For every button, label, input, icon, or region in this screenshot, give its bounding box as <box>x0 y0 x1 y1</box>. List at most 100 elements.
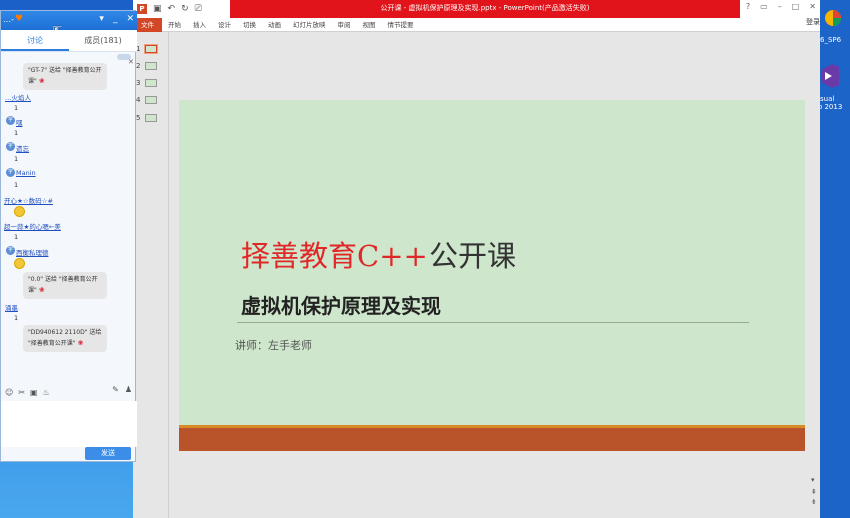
tab-review[interactable]: 审阅 <box>332 18 357 32</box>
slide-title-red: 择善教育C++ <box>241 239 428 273</box>
tab-insert[interactable]: 插入 <box>187 18 212 32</box>
send-button[interactable]: 发送 <box>85 447 131 460</box>
ppt-window-controls: ? ▭ – □ ✕ <box>746 2 816 11</box>
scroll-down-icon[interactable]: ▾ <box>811 476 815 484</box>
dropdown-icon[interactable]: ▾ <box>99 14 104 24</box>
chat-minimize-icon[interactable]: _ <box>113 14 118 24</box>
rose-icon: ❀ <box>77 339 84 347</box>
members-icon[interactable]: ♟ <box>125 385 132 394</box>
chat-username[interactable]: 开心★☆数码☆# <box>4 195 53 205</box>
slide-lecturer: 讲师：左手老师 <box>235 339 312 352</box>
slide-thumbnail-image <box>145 79 157 87</box>
redo-icon[interactable]: ↻ <box>181 2 189 16</box>
chat-username[interactable]: 涌墨 <box>5 302 18 312</box>
tab-discussion[interactable]: 讨论 <box>1 30 69 51</box>
rose-icon: ❀ <box>38 286 45 294</box>
chat-message: 1 <box>14 104 19 112</box>
tab-home[interactable]: 开始 <box>162 18 187 32</box>
chat-titlebar[interactable]: …- ♥ ▾ _ ✕ <box>1 11 137 30</box>
chat-message: 1 <box>14 155 19 163</box>
avatar[interactable]: 字 <box>6 246 15 255</box>
chat-title: …- <box>3 15 14 24</box>
chat-username[interactable]: …火焰人 <box>5 92 31 102</box>
gift-icon[interactable]: ♨ <box>43 388 50 397</box>
chat-username[interactable]: 超一蒜★的心嗯←美 <box>4 221 61 231</box>
chat-window-controls: ▾ _ ✕ <box>99 14 134 24</box>
gift-message: "DD940612 2110D" 送给 "择善教育公开课" ❀ <box>23 325 107 352</box>
ribbon-display-options-icon[interactable]: ▭ <box>760 2 768 11</box>
gift-message: "GT-7" 送给 "择善教育公开课" ❀ <box>23 63 107 90</box>
slide-thumbnails-pane: 1 2 3 4 5 <box>133 32 169 518</box>
close-button[interactable]: ✕ <box>809 2 816 11</box>
gift-message: "0.0" 送给 "择善教育公开课" ❀ <box>23 272 107 299</box>
ppt-workspace: 1 2 3 4 5 择善教育C++ 公开课 虚拟机保护原理及实现 讲师：左手老师… <box>133 32 820 518</box>
avatar[interactable]: 字 <box>6 116 15 125</box>
tab-storyboard[interactable]: 情节提要 <box>382 18 420 32</box>
tab-slideshow[interactable]: 幻灯片放映 <box>287 18 332 32</box>
tab-animations[interactable]: 动画 <box>262 18 287 32</box>
powerpoint-window: P ▣ ↶ ↻ ⎚ 公开课 - 虚拟机保护原理及实现.pptx - PowerP… <box>133 0 820 518</box>
slide-thumbnail-image <box>145 96 157 104</box>
save-icon[interactable]: ▣ <box>153 2 162 16</box>
visual-studio-icon[interactable] <box>818 62 842 90</box>
vertical-scrollbar[interactable]: ▾ ⇞ ⇟ <box>810 32 820 518</box>
cat-emoji-icon <box>14 206 25 217</box>
tab-members[interactable]: 成员(181) <box>69 30 137 51</box>
login-link[interactable]: 登录 <box>806 17 820 27</box>
chat-close-icon[interactable]: ✕ <box>126 14 134 24</box>
help-button[interactable]: ? <box>746 2 750 11</box>
minimize-button[interactable]: – <box>778 2 782 11</box>
slide-subtitle: 虚拟机保护原理及实现 <box>241 294 441 318</box>
rose-icon: ❀ <box>38 77 45 85</box>
scissors-icon[interactable]: ✂ <box>18 388 25 397</box>
chat-input[interactable] <box>1 401 137 447</box>
next-slide-icon[interactable]: ⇟ <box>811 498 817 506</box>
smile-emoji-icon <box>14 258 25 269</box>
slide-thumbnail-image <box>145 114 157 122</box>
tab-file[interactable]: 文件 <box>133 17 162 32</box>
message-close-icon[interactable]: ✕ <box>128 58 134 66</box>
previous-slide-icon[interactable]: ⇞ <box>811 488 817 496</box>
undo-icon[interactable]: ↶ <box>168 2 176 16</box>
powerpoint-logo-icon: P <box>137 4 147 14</box>
gift-message-text: "DD940612 2110D" 送给 "择善教育公开课" <box>28 329 102 347</box>
slide-thumbnail[interactable]: 1 <box>136 43 158 55</box>
slide-title-dark: 公开课 <box>429 239 517 273</box>
chat-message: 1 <box>14 181 19 189</box>
chat-window: …- ♥ ▾ _ ✕ ⇱ 讨论 成员(181) ✕ "GT-7" 送给 "择善教… <box>0 10 137 462</box>
chat-message: 1 <box>14 129 19 137</box>
chat-username[interactable]: 西衡私理德 <box>16 247 49 257</box>
edit-icon[interactable]: ✎ <box>112 385 119 394</box>
ppt-titlebar: P ▣ ↶ ↻ ⎚ 公开课 - 虚拟机保护原理及实现.pptx - PowerP… <box>133 0 820 18</box>
quick-access-toolbar: P ▣ ↶ ↻ ⎚ <box>137 2 202 16</box>
slide-footer-band <box>179 425 805 451</box>
slide-thumbnail[interactable]: 4 <box>136 94 157 106</box>
slide-thumbnail[interactable]: 5 <box>136 112 157 124</box>
chat-tabs: 讨论 成员(181) <box>1 30 137 52</box>
chat-toolbar: ☺ ✂ ▣ ♨ ✎ ♟ <box>1 385 137 399</box>
slide-divider <box>237 322 749 323</box>
chat-message: 1 <box>14 233 19 241</box>
slide-thumbnail[interactable]: 3 <box>136 77 157 89</box>
tab-view[interactable]: 视图 <box>357 18 382 32</box>
tab-transitions[interactable]: 切换 <box>237 18 262 32</box>
ppt-title-highlight: 公开课 - 虚拟机保护原理及实现.pptx - PowerPoint(产品激活失… <box>230 0 740 18</box>
ribbon-tabs: 文件 开始 插入 设计 切换 动画 幻灯片放映 审阅 视图 情节提要 <box>133 17 820 32</box>
ppt-window-title: 公开课 - 虚拟机保护原理及实现.pptx - PowerPoint(产品激活失… <box>380 4 590 12</box>
avatar[interactable]: 字 <box>6 168 15 177</box>
heart-icon: ♥ <box>15 14 24 24</box>
slide-thumbnail[interactable]: 2 <box>136 60 157 72</box>
slide-canvas[interactable]: 择善教育C++ 公开课 虚拟机保护原理及实现 讲师：左手老师 <box>179 100 805 451</box>
vs-label-1: sual <box>820 95 835 103</box>
app-icon-sp6[interactable] <box>823 8 843 28</box>
avatar[interactable]: 字 <box>6 142 15 151</box>
chat-username[interactable]: 遗忘 <box>16 143 29 153</box>
emoji-icon[interactable]: ☺ <box>5 388 13 397</box>
chat-username[interactable]: Manin <box>16 169 36 177</box>
image-icon[interactable]: ▣ <box>30 388 38 397</box>
tab-design[interactable]: 设计 <box>212 18 237 32</box>
restore-button[interactable]: □ <box>792 2 800 11</box>
message-list[interactable]: ✕ "GT-7" 送给 "择善教育公开课" ❀ …火焰人 1 字 嘿 1 字 遗… <box>1 53 137 383</box>
start-slideshow-icon[interactable]: ⎚ <box>195 2 202 16</box>
chat-username[interactable]: 嘿 <box>16 117 23 127</box>
